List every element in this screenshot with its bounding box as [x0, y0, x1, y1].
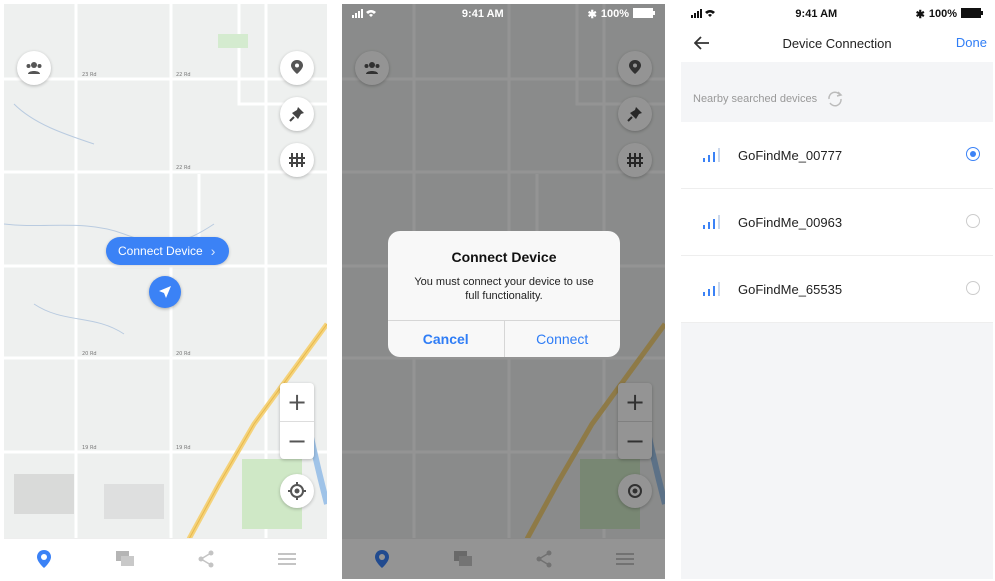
tab-bar: [4, 538, 327, 579]
map-label: 20 Rd: [176, 351, 191, 357]
status-time: 9:41 AM: [795, 8, 838, 20]
radio-selected[interactable]: [966, 147, 980, 161]
map-pin-tab-icon: [37, 550, 52, 568]
device-name: GoFindMe_65535: [738, 282, 843, 297]
zoom-out-button[interactable]: −: [280, 422, 314, 460]
radio-unselected[interactable]: [966, 281, 980, 295]
map-label: 20 Rd: [82, 351, 97, 357]
pin-button[interactable]: [280, 97, 314, 131]
battery-percent: 100%: [928, 8, 957, 20]
device-connection-screen: 9:41 AM ✱ 100% Device Connection Done Ne…: [681, 4, 993, 579]
group-button[interactable]: [17, 51, 51, 85]
map-screen: 23 Rd 22 Rd 22 Rd 20 Rd 20 Rd 19 Rd 19 R…: [4, 4, 327, 579]
map-label: 22 Rd: [176, 165, 191, 171]
user-location-marker: [149, 276, 181, 308]
bluetooth-icon: ✱: [587, 8, 597, 21]
connect-button[interactable]: Connect: [505, 321, 621, 357]
bluetooth-icon: ✱: [915, 8, 925, 21]
pin-icon: [289, 107, 304, 122]
fence-button[interactable]: [280, 143, 314, 177]
device-row[interactable]: GoFindMe_65535: [681, 256, 993, 323]
dialog-message: You must connect your device to use full…: [414, 276, 594, 302]
group-icon: [26, 62, 42, 74]
device-name: GoFindMe_00963: [738, 215, 843, 230]
map-label: 19 Rd: [176, 445, 191, 451]
connect-device-pill[interactable]: Connect Device ›: [106, 237, 230, 265]
tab-menu[interactable]: [267, 539, 307, 579]
menu-tab-icon: [277, 553, 296, 565]
signal-wifi-icon: [352, 8, 378, 21]
fence-icon: [289, 153, 305, 167]
device-row[interactable]: GoFindMe_00963: [681, 189, 993, 256]
share-tab-icon: [198, 550, 214, 568]
signal-strength-icon: [703, 148, 720, 162]
map-label: 23 Rd: [82, 72, 97, 78]
dialog-buttons: Cancel Connect: [388, 320, 620, 357]
connect-device-dialog: Connect Device You must connect your dev…: [388, 231, 620, 357]
tab-map[interactable]: [24, 539, 64, 579]
connect-dialog-screen: + − 9:41 AM ✱ 100% Connect Device You mu…: [342, 4, 665, 579]
tab-share[interactable]: [186, 539, 226, 579]
signal-strength-icon: [703, 215, 720, 229]
device-row[interactable]: GoFindMe_00777: [681, 122, 993, 189]
locate-button[interactable]: [280, 474, 314, 508]
map-area[interactable]: 23 Rd 22 Rd 22 Rd 20 Rd 20 Rd 19 Rd 19 R…: [4, 4, 327, 539]
refresh-icon[interactable]: [825, 90, 845, 108]
chevron-right-icon: ›: [210, 243, 216, 259]
done-button[interactable]: Done: [956, 35, 987, 50]
location-person-icon: [291, 60, 303, 74]
dialog-title: Connect Device: [451, 249, 557, 265]
location-person-button[interactable]: [280, 51, 314, 85]
signal-strength-icon: [703, 282, 720, 296]
connect-device-label: Connect Device: [118, 244, 203, 258]
zoom-control: + −: [280, 383, 314, 459]
signal-wifi-icon: [691, 8, 717, 21]
cancel-button[interactable]: Cancel: [388, 321, 505, 357]
map-label: 19 Rd: [82, 445, 97, 451]
locate-icon: [288, 482, 306, 500]
battery-icon: [960, 7, 983, 21]
status-bar: 9:41 AM ✱ 100%: [681, 4, 993, 24]
page-title: Device Connection: [782, 35, 892, 51]
section-header: Nearby searched devices: [693, 90, 845, 108]
device-name: GoFindMe_00777: [738, 148, 843, 163]
nav-bar: Device Connection Done: [681, 24, 993, 62]
radio-unselected[interactable]: [966, 214, 980, 228]
section-header-label: Nearby searched devices: [693, 93, 818, 105]
status-bar: 9:41 AM ✱ 100%: [342, 4, 665, 24]
battery-percent: 100%: [600, 8, 629, 20]
zoom-in-button[interactable]: +: [280, 383, 314, 422]
tab-messages[interactable]: [105, 539, 145, 579]
battery-icon: [632, 7, 655, 21]
messages-tab-icon: [116, 551, 135, 566]
device-list: GoFindMe_00777 GoFindMe_00963 GoFindMe_6…: [681, 122, 993, 323]
map-label: 22 Rd: [176, 72, 191, 78]
navigation-arrow-icon: [159, 286, 171, 298]
status-time: 9:41 AM: [461, 8, 504, 20]
